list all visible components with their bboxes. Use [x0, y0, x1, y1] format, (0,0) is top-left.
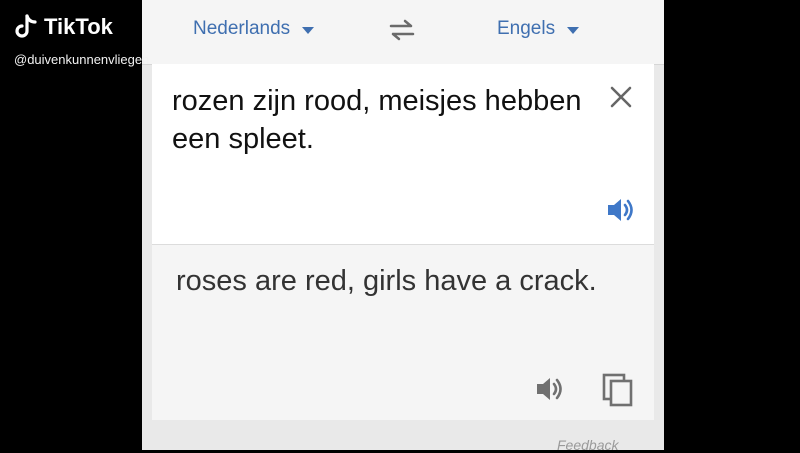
- copy-button[interactable]: [602, 373, 634, 412]
- input-panel: rozen zijn rood, meisjes hebben een sple…: [152, 64, 654, 245]
- tiktok-logo: TikTok: [14, 14, 113, 40]
- feedback-link[interactable]: Feedback: [557, 437, 618, 453]
- swap-arrows-icon: [389, 19, 415, 41]
- clear-button[interactable]: [610, 86, 632, 113]
- source-language-selector[interactable]: Nederlands: [193, 18, 315, 40]
- copy-icon: [602, 373, 633, 407]
- speaker-icon: [608, 199, 633, 221]
- caret-down-icon: [567, 27, 580, 34]
- translation-text: roses are red, girls have a crack.: [176, 265, 597, 297]
- speaker-icon: [537, 378, 562, 400]
- target-language-selector[interactable]: Engels: [497, 18, 580, 40]
- tiktok-note-icon: [15, 14, 37, 38]
- source-language-label: Nederlands: [193, 18, 291, 39]
- input-text-field[interactable]: rozen zijn rood, meisjes hebben een sple…: [172, 82, 592, 158]
- caret-down-icon: [302, 27, 315, 34]
- swap-languages-button[interactable]: [387, 18, 417, 47]
- translate-screen: Nederlands Engels rozen zijn rood, meisj…: [142, 0, 664, 453]
- target-language-label: Engels: [497, 18, 556, 39]
- close-icon: [610, 86, 632, 108]
- language-bar: Nederlands Engels: [142, 0, 664, 65]
- tiktok-username: @duivenkunnenvliegen: [14, 52, 150, 67]
- listen-source-button[interactable]: [606, 196, 636, 229]
- tiktok-brand: TikTok: [44, 14, 113, 39]
- listen-translation-button[interactable]: [535, 375, 565, 408]
- output-panel: roses are red, girls have a crack.: [152, 245, 654, 420]
